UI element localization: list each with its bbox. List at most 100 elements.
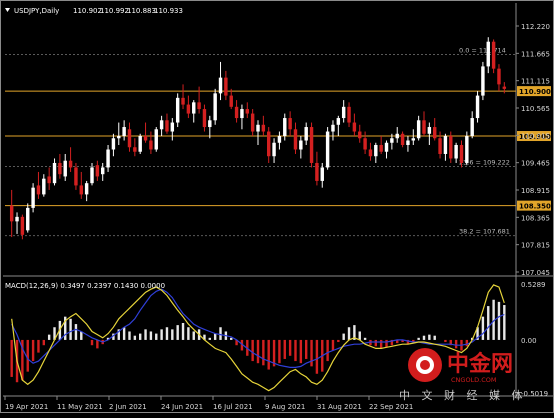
collapse-icon: [5, 8, 10, 12]
candle-body: [42, 178, 46, 195]
candle-body: [427, 127, 432, 134]
candle-body: [374, 145, 378, 157]
level-label: 108.350: [519, 203, 551, 211]
candle-body: [175, 97, 180, 123]
candle-body: [400, 133, 405, 145]
candle-body: [475, 95, 480, 119]
candle-body: [47, 176, 51, 184]
candle-body: [240, 109, 244, 119]
candle-body: [218, 77, 223, 94]
price-axis: 112.220 111.665 111.115 110.565 110.015 109.4…: [516, 23, 550, 277]
candle-body: [31, 187, 35, 208]
fib-label: 0.0 = 111.714: [459, 47, 506, 55]
watermark-name: 中金网: [447, 351, 513, 377]
candle-body: [491, 41, 496, 69]
candle-body: [256, 124, 260, 132]
candle-body: [325, 131, 330, 168]
candle-body: [159, 120, 164, 130]
candle-body: [234, 106, 239, 119]
candle-body: [347, 106, 351, 123]
candle-body: [143, 136, 148, 141]
price-tick-label: 111.665: [521, 50, 550, 58]
ohlc-close: 110.933: [154, 7, 183, 15]
candle-body: [95, 165, 100, 177]
candle-body: [26, 207, 30, 231]
candle-body: [106, 149, 110, 168]
candle-body: [100, 167, 105, 175]
date-axis: 19 Apr 2021 11 May 2021 2 Jun 2021 24 Jun 2…: [4, 396, 413, 411]
chart-window: USDJPY,Daily 110.902 110.992 110.883 110…: [0, 0, 554, 413]
candle-body: [9, 205, 14, 222]
candle-body: [149, 140, 153, 150]
candle-body: [481, 66, 485, 96]
candle-body: [15, 216, 19, 222]
candle-body: [379, 145, 383, 152]
date-label: 2 Jun 2021: [109, 403, 147, 411]
price-tick-label: 108.365: [521, 214, 550, 222]
date-label: 9 Aug 2021: [265, 403, 305, 411]
candle-body: [192, 102, 196, 114]
candle-body: [138, 136, 142, 152]
candle-body: [117, 136, 121, 139]
candle-body: [197, 102, 201, 110]
candle-body: [352, 122, 357, 132]
candle-body: [438, 138, 442, 154]
chart-svg: USDJPY,Daily 110.902 110.992 110.883 110…: [3, 3, 554, 411]
watermark-domain: CNGOLD.COM: [451, 376, 497, 384]
candle-body: [341, 106, 346, 119]
ohlc-low: 110.883: [127, 7, 156, 15]
candle-body: [277, 136, 282, 143]
candles: [9, 37, 507, 240]
price-tick-label: 108.915: [521, 187, 550, 195]
ohlc-open: 110.902: [73, 7, 102, 15]
macd-label: MACD(12,26,9) 0.3497 0.2397 0.1430 0.000…: [5, 282, 165, 290]
candle-body: [395, 133, 399, 139]
candle-body: [20, 216, 25, 235]
candle-body: [111, 138, 116, 150]
candle-body: [320, 167, 324, 181]
candle-body: [432, 127, 437, 139]
candle-body: [283, 118, 287, 137]
symbol-name: USDJPY,Daily: [14, 7, 59, 15]
candle-body: [165, 120, 169, 132]
candle-body: [154, 129, 158, 150]
candle-body: [224, 77, 228, 96]
watermark-tagline: 中 文 财 经 媒 体: [399, 388, 526, 402]
macd-tick-label: 0.5289: [521, 281, 546, 289]
price-tick-label: 107.045: [521, 269, 550, 277]
candle-body: [443, 136, 448, 154]
candle-body: [122, 127, 126, 137]
candle-body: [127, 129, 132, 148]
candle-body: [358, 131, 362, 139]
candle-body: [304, 127, 308, 141]
symbol-info: USDJPY,Daily 110.902 110.992 110.883 110…: [5, 7, 183, 15]
candle-body: [213, 93, 217, 121]
candle-body: [497, 68, 501, 85]
cngold-logo-core: [420, 360, 430, 370]
candle-body: [368, 149, 373, 157]
candle-body: [293, 129, 298, 150]
candle-body: [486, 41, 490, 67]
candle-body: [90, 167, 94, 184]
candle-body: [58, 162, 62, 175]
candle-body: [465, 136, 469, 163]
candle-body: [52, 162, 57, 184]
candle-body: [63, 160, 67, 177]
candle-body: [186, 104, 191, 114]
candle-body: [68, 160, 73, 168]
candle-body: [309, 127, 314, 163]
candle-body: [299, 140, 303, 150]
candle-body: [266, 131, 271, 157]
price-tick-label: 112.220: [521, 23, 550, 31]
date-label: 31 Aug 2021: [317, 403, 362, 411]
date-label: 11 May 2021: [57, 403, 103, 411]
candle-body: [272, 142, 276, 157]
candle-body: [406, 140, 410, 145]
candle-body: [84, 183, 89, 195]
price-tick-label: 110.565: [521, 105, 550, 113]
ohlc-high: 110.992: [100, 7, 129, 15]
candle-body: [422, 120, 426, 134]
price-tick-label: 107.815: [521, 242, 550, 250]
candle-body: [390, 138, 394, 143]
candle-body: [133, 147, 137, 152]
